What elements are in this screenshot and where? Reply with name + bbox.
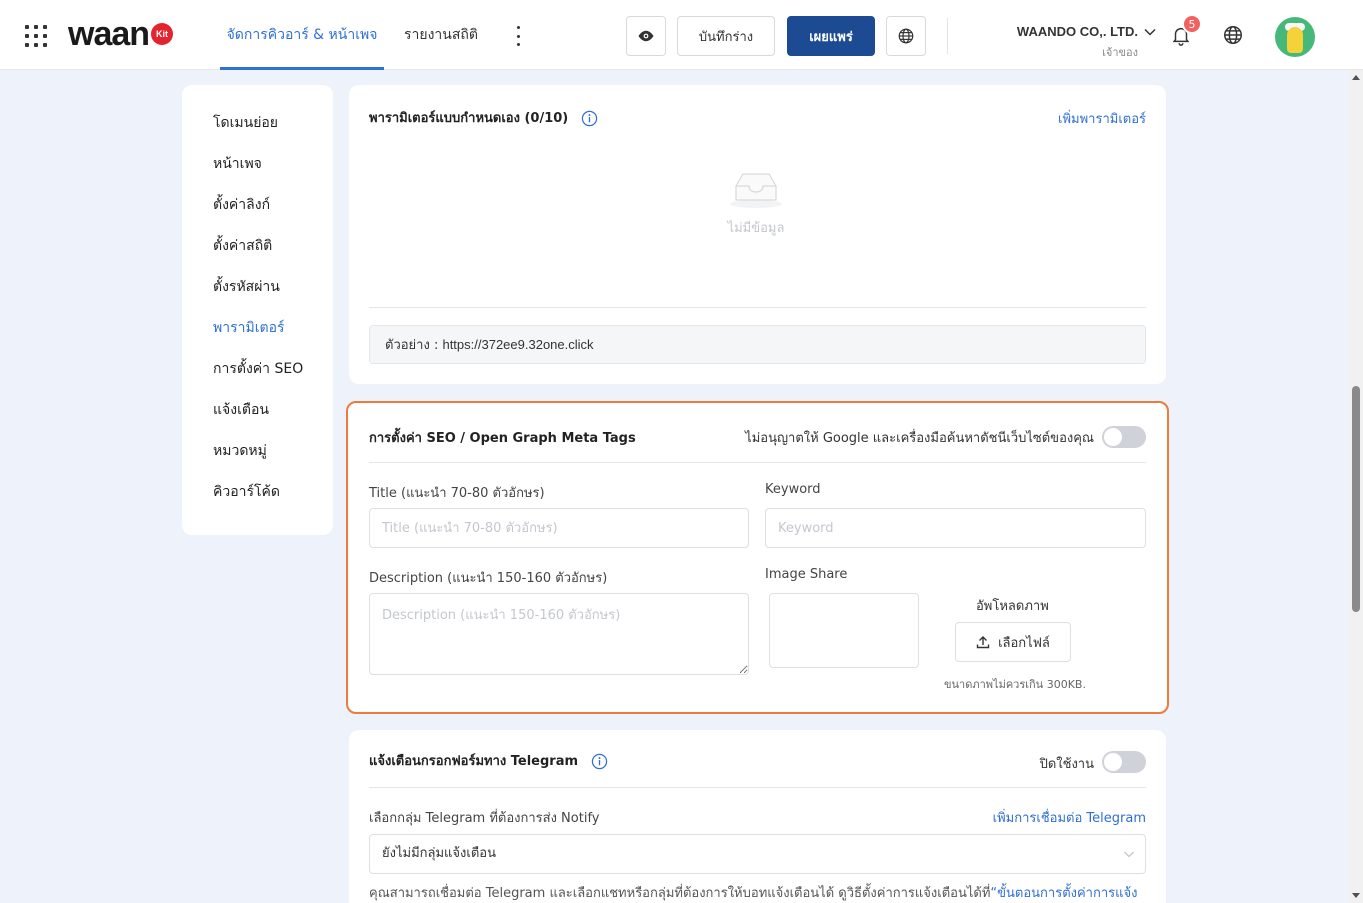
- custom-parameters-card: พารามิเตอร์แบบกำหนดเอง (0/10) เพิ่มพาราม…: [349, 85, 1166, 384]
- divider: [369, 462, 1146, 463]
- telegram-status-label: ปิดใช้งาน: [1039, 757, 1094, 772]
- site-globe-button[interactable]: [886, 16, 926, 56]
- seo-title-input[interactable]: [369, 508, 749, 548]
- seo-title-label: Title (แนะนำ 70-80 ตัวอักษร): [369, 486, 545, 501]
- sidebar-item-parameters[interactable]: พารามิเตอร์: [182, 308, 333, 349]
- seo-settings-card: การตั้งค่า SEO / Open Graph Meta Tags ไม…: [346, 401, 1169, 714]
- seo-keyword-input[interactable]: [765, 508, 1146, 548]
- logo[interactable]: waan Kit: [68, 15, 174, 53]
- publish-button[interactable]: เผยแพร่: [787, 16, 875, 56]
- custom-parameters-title-text: พารามิเตอร์แบบกำหนดเอง (0/10): [369, 111, 569, 126]
- example-url: https://372ee9.32one.click: [442, 337, 594, 352]
- tab-statistics[interactable]: รายงานสถิติ: [404, 0, 478, 70]
- preview-button[interactable]: [626, 16, 666, 56]
- noindex-label: ไม่อนุญาตให้ Google และเครื่องมือค้นหาดั…: [745, 431, 1094, 446]
- page-scrollbar[interactable]: [1349, 70, 1363, 903]
- empty-inbox-icon: [730, 173, 782, 208]
- scroll-up-arrow[interactable]: [1352, 75, 1360, 80]
- telegram-helper-text-body: คุณสามารถเชื่อมต่อ Telegram และเลือกแชทห…: [369, 886, 991, 901]
- divider: [369, 307, 1146, 308]
- avatar-face: [1287, 27, 1303, 53]
- seo-description-label: Description (แนะนำ 150-160 ตัวอักษร): [369, 571, 608, 586]
- telegram-setup-guide-link[interactable]: “ขั้นตอนการตั้งค่าการแจ้ง: [990, 886, 1137, 901]
- sidebar-item-password[interactable]: ตั้งรหัสผ่าน: [182, 267, 333, 308]
- company-name: WAANDO CO,. LTD.: [1016, 24, 1138, 39]
- sidebar-item-seo[interactable]: การตั้งค่า SEO: [182, 349, 333, 390]
- image-share-label: Image Share: [765, 567, 848, 582]
- sidebar-item-qr-code[interactable]: คิวอาร์โค้ด: [182, 472, 333, 513]
- globe-icon: [1224, 26, 1242, 44]
- logo-badge: Kit: [151, 23, 174, 45]
- seo-keyword-label: Keyword: [765, 482, 821, 497]
- tab-manage-qr-pages[interactable]: จัดการคิวอาร์ & หน้าเพจ: [220, 0, 384, 70]
- eye-icon: [638, 30, 654, 42]
- choose-file-button[interactable]: เลือกไฟล์: [955, 622, 1071, 662]
- upload-image-label: อัพโหลดภาพ: [976, 599, 1049, 614]
- save-draft-button[interactable]: บันทึกร่าง: [677, 16, 775, 56]
- seo-settings-title: การตั้งค่า SEO / Open Graph Meta Tags: [369, 431, 636, 446]
- telegram-group-select[interactable]: ยังไม่มีกลุ่มแจ้งเตือน: [369, 834, 1146, 874]
- custom-parameters-title: พารามิเตอร์แบบกำหนดเอง (0/10): [369, 107, 598, 128]
- notification-count-badge: 5: [1182, 14, 1202, 34]
- tab-label: รายงานสถิติ: [404, 27, 478, 43]
- divider: [369, 787, 1146, 788]
- company-switcher[interactable]: WAANDO CO,. LTD. เจ้าของ: [1017, 24, 1156, 61]
- telegram-notify-toggle[interactable]: [1102, 751, 1146, 773]
- sidebar-item-categories[interactable]: หมวดหมู่: [182, 431, 333, 472]
- telegram-group-label: เลือกกลุ่ม Telegram ที่ต้องการส่ง Notify: [369, 811, 600, 826]
- telegram-group-select-value: ยังไม่มีกลุ่มแจ้งเตือน: [382, 846, 496, 861]
- example-url-box: ตัวอย่าง : https://372ee9.32one.click: [369, 325, 1146, 364]
- add-parameter-link[interactable]: เพิ่มพารามิเตอร์: [1058, 108, 1146, 129]
- add-telegram-connection-link[interactable]: เพิ่มการเชื่อมต่อ Telegram: [993, 807, 1146, 828]
- info-icon[interactable]: [581, 110, 598, 127]
- tab-label: จัดการคิวอาร์ & หน้าเพจ: [226, 27, 378, 43]
- scrollbar-thumb[interactable]: [1352, 386, 1360, 612]
- choose-file-label: เลือกไฟล์: [998, 635, 1050, 651]
- user-avatar[interactable]: [1275, 17, 1315, 57]
- sidebar-item-link-settings[interactable]: ตั้งค่าลิงก์: [182, 185, 333, 226]
- telegram-notify-card: แจ้งเตือนกรอกฟอร์มทาง Telegram ปิดใช้งาน…: [349, 730, 1166, 903]
- header-divider: [947, 18, 948, 54]
- apps-grid-icon[interactable]: [25, 25, 47, 47]
- chevron-down-icon: [1124, 851, 1134, 858]
- upload-icon: [976, 636, 990, 649]
- settings-sidebar: โดเมนย่อย หน้าเพจ ตั้งค่าลิงก์ ตั้งค่าสถ…: [182, 85, 333, 535]
- info-icon[interactable]: [591, 753, 608, 770]
- sidebar-item-notifications[interactable]: แจ้งเตือน: [182, 390, 333, 431]
- telegram-notify-title-text: แจ้งเตือนกรอกฟอร์มทาง Telegram: [369, 754, 579, 769]
- notification-bell[interactable]: 5: [1170, 14, 1202, 50]
- more-vertical-icon[interactable]: [510, 26, 526, 46]
- seo-description-textarea[interactable]: [369, 593, 749, 675]
- scroll-down-arrow[interactable]: [1352, 893, 1360, 898]
- top-bar: waan Kit จัดการคิวอาร์ & หน้าเพจ รายงานส…: [0, 0, 1363, 70]
- telegram-notify-title: แจ้งเตือนกรอกฟอร์มทาง Telegram: [369, 750, 608, 771]
- telegram-helper-text: คุณสามารถเชื่อมต่อ Telegram และเลือกแชทห…: [369, 882, 1137, 903]
- upload-size-note: ขนาดภาพไม่ควรเกิน 300KB.: [944, 678, 1086, 691]
- empty-state: ไม่มีข้อมูล: [727, 167, 785, 238]
- image-share-preview: [769, 593, 919, 668]
- company-role: เจ้าของ: [1102, 46, 1138, 59]
- sidebar-item-subdomain[interactable]: โดเมนย่อย: [182, 103, 333, 144]
- globe-icon: [898, 28, 914, 44]
- example-label: ตัวอย่าง :: [385, 338, 439, 353]
- chevron-down-icon: [1144, 28, 1156, 36]
- sidebar-item-pages[interactable]: หน้าเพจ: [182, 144, 333, 185]
- empty-text: ไม่มีข้อมูล: [727, 221, 785, 236]
- company-name-row: WAANDO CO,. LTD.: [1017, 24, 1156, 39]
- logo-text: waan: [68, 15, 150, 53]
- noindex-toggle[interactable]: [1102, 426, 1146, 448]
- language-switcher[interactable]: [1222, 24, 1244, 50]
- sidebar-item-stats-settings[interactable]: ตั้งค่าสถิติ: [182, 226, 333, 267]
